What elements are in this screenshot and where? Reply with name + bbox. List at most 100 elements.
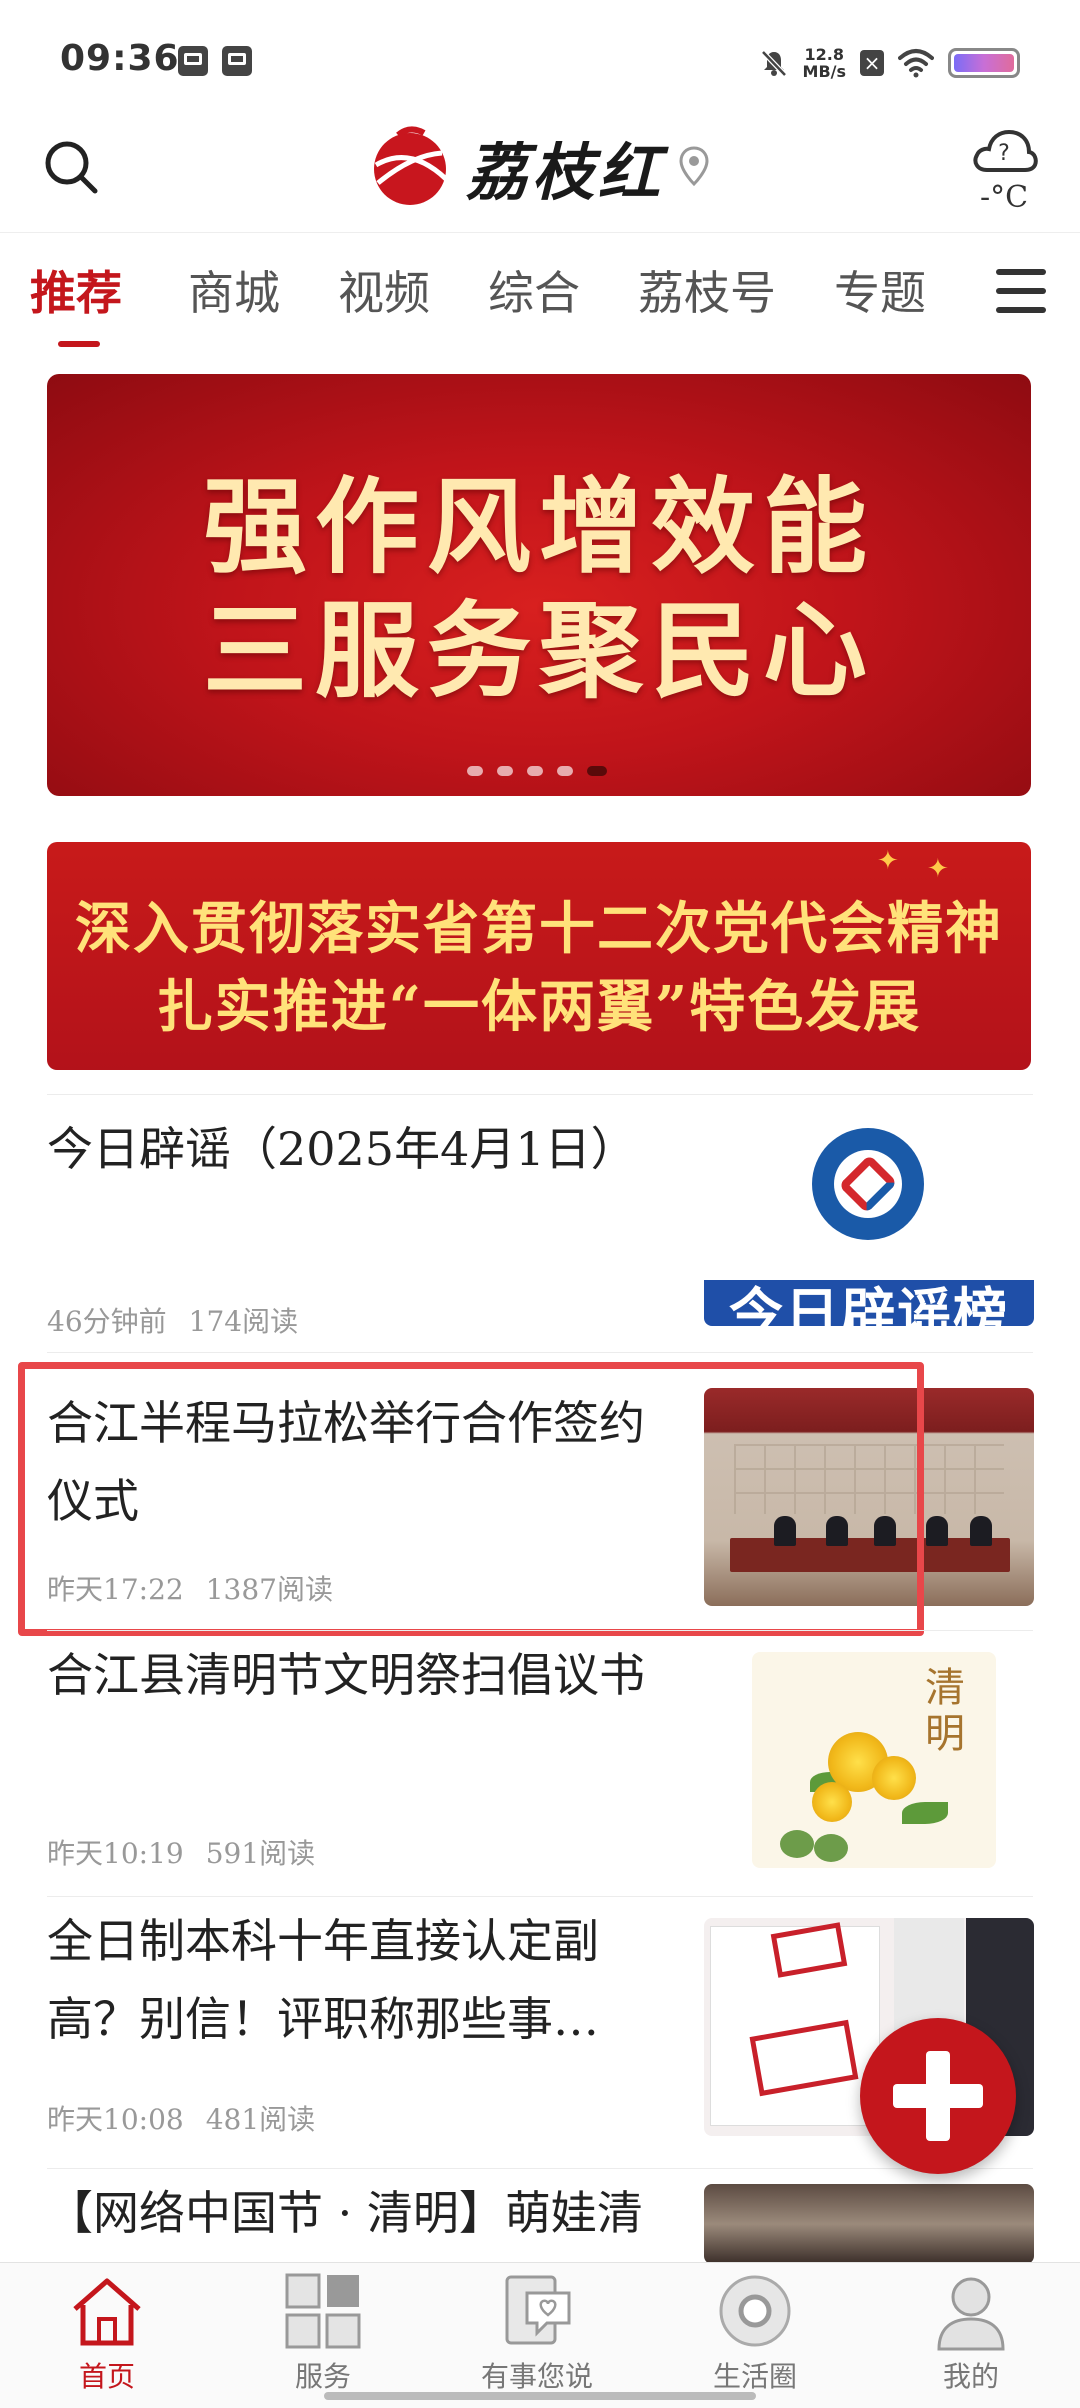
thumbnail-person bbox=[970, 1516, 992, 1546]
plus-icon-bar bbox=[926, 2051, 950, 2141]
location-pin-icon[interactable] bbox=[678, 146, 710, 188]
news-time: 昨天17:22 bbox=[47, 1573, 184, 1606]
news-reads: 1387阅读 bbox=[205, 1573, 333, 1606]
wifi-icon bbox=[898, 49, 934, 78]
temperature: -°C bbox=[979, 180, 1029, 215]
news-title: 今日辟谣（2025年4月1日） bbox=[47, 1122, 637, 1176]
nav-label: 我的 bbox=[942, 2360, 999, 2393]
sparkle-decoration: ✦ bbox=[927, 854, 949, 884]
news-title: 合江半程马拉松举行合作签约仪式 bbox=[47, 1396, 645, 1528]
active-tab-indicator bbox=[58, 341, 100, 347]
leaf-decoration bbox=[902, 1802, 948, 1824]
cloud-unknown-icon: ? bbox=[973, 129, 1038, 172]
carousel-dot bbox=[467, 766, 483, 776]
nav-label: 首页 bbox=[78, 2360, 135, 2393]
carousel-indicator bbox=[467, 766, 607, 776]
tab-video[interactable]: 视频 bbox=[338, 257, 430, 323]
thumbnail-person bbox=[926, 1516, 948, 1546]
mute-icon bbox=[760, 50, 787, 77]
thumbnail-backdrop bbox=[734, 1444, 1004, 1514]
news-time: 46分钟前 bbox=[47, 1305, 167, 1338]
tab-recommend[interactable]: 推荐 bbox=[30, 257, 122, 323]
nav-label: 有事您说 bbox=[480, 2360, 593, 2393]
thumbnail-table bbox=[730, 1538, 1010, 1572]
qingtuan-decoration bbox=[814, 1834, 848, 1862]
tab-special-topic[interactable]: 专题 bbox=[834, 257, 926, 323]
news-reads: 174阅读 bbox=[188, 1305, 299, 1338]
chrysanthemum-decoration bbox=[872, 1756, 916, 1800]
news-meta: 46分钟前 174阅读 bbox=[47, 1300, 298, 1340]
news-thumbnail: 清明 bbox=[752, 1652, 996, 1868]
news-title: 合江县清明节文明祭扫倡议书 bbox=[47, 1648, 645, 1702]
divider bbox=[47, 2168, 1033, 2169]
nav-label: 服务 bbox=[294, 2360, 351, 2393]
search-icon[interactable] bbox=[40, 136, 104, 200]
carousel-dot bbox=[497, 766, 513, 776]
weather-widget[interactable]: ? -°C bbox=[964, 120, 1044, 220]
lychee-logo-icon bbox=[374, 126, 448, 205]
network-speed-value: 12.8 bbox=[804, 45, 844, 64]
menu-icon[interactable] bbox=[996, 269, 1046, 313]
campaign-line-2: 扎实推进“一体两翼”特色发展 bbox=[156, 974, 922, 1040]
banner-carousel[interactable]: 强作风增效能 三服务聚民心 bbox=[47, 374, 1031, 796]
nav-profile[interactable]: 我的 bbox=[896, 2271, 1046, 2401]
campaign-banner[interactable]: ✦ ✦ 深入贯彻落实省第十二次党代会精神 扎实推进“一体两翼”特色发展 bbox=[47, 842, 1031, 1070]
anti-rumor-emblem-icon bbox=[812, 1128, 924, 1240]
thumbnail-caption: 今日辟谣榜 bbox=[704, 1280, 1034, 1326]
channel-tabs: 推荐 商城 视频 综合 荔枝号 专题 bbox=[0, 232, 1080, 348]
news-title: 全日制本科十年直接认定副高？别信！评职称那些事… bbox=[47, 1914, 599, 2046]
nav-label: 生活圈 bbox=[712, 2360, 797, 2393]
tab-general[interactable]: 综合 bbox=[488, 257, 580, 323]
status-time: 09:36 bbox=[60, 38, 180, 79]
news-item[interactable]: 【网络中国节 · 清明】萌娃清 bbox=[0, 2174, 1080, 2264]
app-name: 荔枝红 bbox=[466, 136, 665, 209]
notification-message-icon bbox=[222, 46, 252, 76]
news-item[interactable]: 今日辟谣（2025年4月1日） 46分钟前 174阅读 今日辟谣榜 bbox=[0, 1096, 1080, 1338]
status-indicators: 12.8 MB/s × bbox=[759, 38, 1020, 88]
divider bbox=[47, 1094, 1033, 1095]
news-item[interactable]: 合江半程马拉松举行合作签约仪式 昨天17:22 1387阅读 bbox=[0, 1364, 1080, 1624]
news-meta: 昨天17:22 1387阅读 bbox=[47, 1568, 333, 1608]
battery-icon bbox=[948, 48, 1020, 78]
app-header: 荔枝红 ? -°C bbox=[0, 120, 1080, 230]
news-reads: 591阅读 bbox=[205, 1837, 316, 1870]
nav-feedback[interactable]: 有事您说 bbox=[462, 2271, 612, 2401]
divider bbox=[47, 1630, 1033, 1631]
banner-headline-2: 三服务聚民心 bbox=[202, 589, 875, 712]
carousel-dot-active bbox=[587, 766, 607, 776]
notification-app-icon bbox=[178, 46, 208, 76]
carousel-dot bbox=[557, 766, 573, 776]
news-thumbnail bbox=[704, 2184, 1034, 2264]
news-meta: 昨天10:19 591阅读 bbox=[47, 1832, 315, 1872]
news-thumbnail bbox=[704, 1388, 1034, 1606]
app-logo: 荔枝红 bbox=[368, 122, 710, 212]
sparkle-decoration: ✦ bbox=[877, 846, 899, 876]
news-time: 昨天10:19 bbox=[47, 1837, 184, 1870]
news-thumbnail: 今日辟谣榜 bbox=[704, 1108, 1034, 1326]
circle-icon bbox=[719, 2275, 791, 2347]
news-meta: 昨天10:08 481阅读 bbox=[47, 2098, 315, 2138]
divider bbox=[47, 1896, 1033, 1897]
nav-home[interactable]: 首页 bbox=[32, 2271, 182, 2401]
svg-text:?: ? bbox=[998, 141, 1010, 166]
thumbnail-person bbox=[826, 1516, 848, 1546]
message-heart-icon bbox=[505, 2275, 571, 2345]
bottom-navigation: 首页 服务 有事您说 生活圈 我的 bbox=[0, 2262, 1080, 2408]
gesture-home-bar[interactable] bbox=[324, 2392, 756, 2400]
nav-service[interactable]: 服务 bbox=[248, 2271, 398, 2401]
no-sim-icon: × bbox=[860, 50, 884, 76]
chrysanthemum-decoration bbox=[812, 1782, 852, 1822]
news-title: 【网络中国节 · 清明】萌娃清 bbox=[47, 2186, 643, 2240]
divider bbox=[47, 1352, 1033, 1353]
qingtuan-decoration bbox=[780, 1830, 814, 1858]
news-reads: 481阅读 bbox=[205, 2103, 316, 2136]
status-bar: 09:36 12.8 MB/s × bbox=[0, 0, 1080, 120]
news-item[interactable]: 合江县清明节文明祭扫倡议书 昨天10:19 591阅读 清明 bbox=[0, 1636, 1080, 1896]
publish-add-button[interactable] bbox=[860, 2018, 1016, 2174]
nav-life-circle[interactable]: 生活圈 bbox=[680, 2271, 830, 2401]
user-icon bbox=[937, 2277, 1005, 2351]
tab-mall[interactable]: 商城 bbox=[188, 257, 280, 323]
tab-lizhi-account[interactable]: 荔枝号 bbox=[638, 257, 776, 323]
campaign-line-1: 深入贯彻落实省第十二次党代会精神 bbox=[75, 896, 1003, 962]
thumbnail-person bbox=[774, 1516, 796, 1546]
